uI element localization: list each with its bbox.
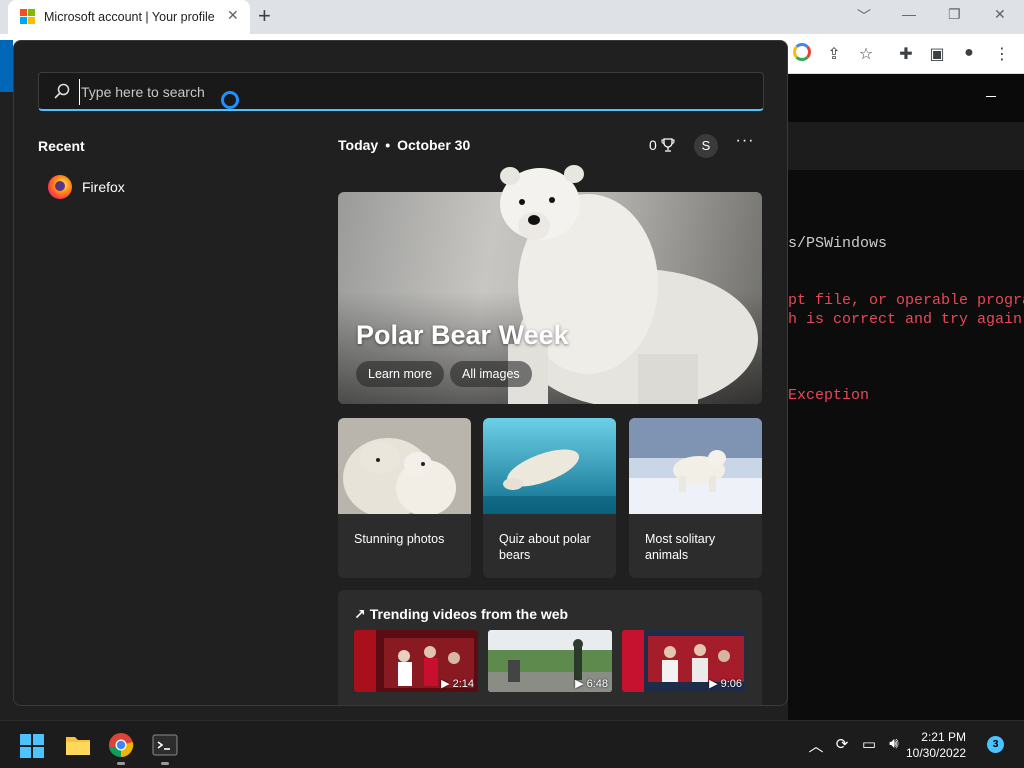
rewards-button[interactable]: 0 [649, 137, 675, 153]
card-label: Stunning photos [354, 532, 445, 546]
terminal-tab-bar [788, 122, 1024, 170]
bookmark-star-icon[interactable]: ☆ [856, 44, 876, 64]
cortana-ring-icon [221, 91, 239, 109]
terminal-window: s/PSWindows pt file, or operable progra … [788, 122, 1024, 722]
extensions-puzzle-icon[interactable]: ✚ [896, 44, 916, 64]
recent-item-label: Firefox [82, 179, 125, 195]
microsoft-logo-icon [20, 9, 36, 25]
video-thumbnail[interactable]: ▶ 2:14 [354, 630, 478, 692]
recent-heading: Recent [38, 138, 85, 154]
google-icon[interactable] [793, 43, 811, 61]
start-button[interactable] [20, 734, 44, 758]
new-tab-button[interactable]: + [258, 3, 271, 29]
search-panel: Recent Firefox Today•October 30 0 S ··· [13, 40, 788, 706]
video-thumbnail[interactable]: ▶ 9:06 [622, 630, 746, 692]
chrome-icon[interactable] [107, 731, 135, 765]
video-thumbnail[interactable]: ▶ 6:48 [488, 630, 612, 692]
more-options-button[interactable]: ··· [734, 133, 756, 155]
terminal-titlebar [788, 74, 1024, 122]
tab-close-button[interactable]: ✕ [227, 7, 239, 24]
hero-card[interactable]: Polar Bear Week Learn more All images [338, 165, 762, 404]
search-box[interactable] [38, 72, 764, 111]
profile-icon[interactable]: ● [959, 44, 979, 62]
card-image-bear-swimming [483, 418, 616, 514]
network-icon[interactable]: ▭ [859, 735, 879, 753]
learn-more-button[interactable]: Learn more [356, 361, 444, 387]
terminal-error-line: pt file, or operable progra [788, 292, 1024, 309]
video-duration: ▶ 2:14 [441, 678, 474, 690]
trending-heading: ↗ Trending videos from the web [354, 606, 569, 622]
taskbar: ︿ ⟳ ▭ 🔊︎ 2:21 PM 10/30/2022 3 [0, 720, 1024, 768]
running-indicator [117, 762, 125, 765]
trophy-icon [661, 138, 675, 152]
share-icon[interactable]: ⇪ [824, 44, 844, 64]
today-label: Today [338, 137, 379, 153]
side-panel-icon[interactable]: ▣ [927, 44, 947, 64]
firefox-icon [48, 175, 72, 199]
browser-menu-icon[interactable]: ⋮ [992, 44, 1012, 64]
terminal-error-line: h is correct and try again [788, 311, 1023, 328]
file-explorer-icon[interactable] [64, 731, 92, 759]
running-indicator [161, 762, 169, 765]
all-images-button[interactable]: All images [450, 361, 532, 387]
volume-icon[interactable]: 🔊︎ [884, 735, 904, 752]
terminal-error-line: Exception [788, 387, 870, 404]
clock-date: 10/30/2022 [906, 746, 967, 760]
taskbar-clock[interactable]: 2:21 PM 10/30/2022 [906, 729, 966, 761]
close-window-button[interactable]: ✕ [994, 6, 1006, 23]
sync-icon[interactable]: ⟳ [832, 735, 852, 753]
trending-arrow-icon: ↗ [354, 606, 366, 622]
card-quiz-polar-bears[interactable]: Quiz about polar bears [483, 418, 616, 578]
notification-badge[interactable]: 3 [987, 736, 1004, 753]
show-hidden-icons-chevron-icon[interactable]: ︿ [806, 735, 826, 756]
hero-title: Polar Bear Week [356, 320, 569, 350]
rewards-points: 0 [649, 137, 657, 153]
card-label: Most solitary animals [645, 532, 716, 562]
minimize-button[interactable]: — [902, 6, 916, 22]
clock-time: 2:21 PM [921, 730, 966, 744]
account-avatar[interactable]: S [694, 134, 718, 158]
search-input[interactable] [79, 79, 719, 105]
video-duration: ▶ 9:06 [709, 678, 742, 690]
tab-title: Microsoft account | Your profile [44, 10, 215, 24]
card-image-bear-on-snow [629, 418, 762, 514]
tab-search-chevron-icon[interactable]: ﹀ [857, 6, 871, 26]
terminal-icon[interactable] [151, 731, 179, 765]
card-label: Quiz about polar bears [499, 532, 591, 562]
terminal-minimize-icon[interactable] [986, 96, 996, 97]
restore-button[interactable]: ❐ [948, 6, 961, 23]
search-icon [54, 83, 70, 99]
date-label: October 30 [397, 137, 471, 153]
recent-item-firefox[interactable]: Firefox [44, 172, 304, 202]
trending-videos-section: ↗ Trending videos from the web ▶ 2:14 ▶ … [338, 590, 762, 705]
terminal-line: s/PSWindows [788, 235, 888, 252]
card-image-bears-hugging [338, 418, 471, 514]
browser-tab-strip: Microsoft account | Your profile ✕ + ﹀ —… [0, 0, 1024, 34]
page-accent-edge [0, 40, 13, 92]
card-stunning-photos[interactable]: Stunning photos [338, 418, 471, 578]
card-most-solitary-animals[interactable]: Most solitary animals [629, 418, 762, 578]
feed-date-heading: Today • October 30 [338, 137, 471, 153]
browser-tab[interactable]: Microsoft account | Your profile ✕ [8, 0, 250, 34]
video-duration: ▶ 6:48 [575, 678, 608, 690]
